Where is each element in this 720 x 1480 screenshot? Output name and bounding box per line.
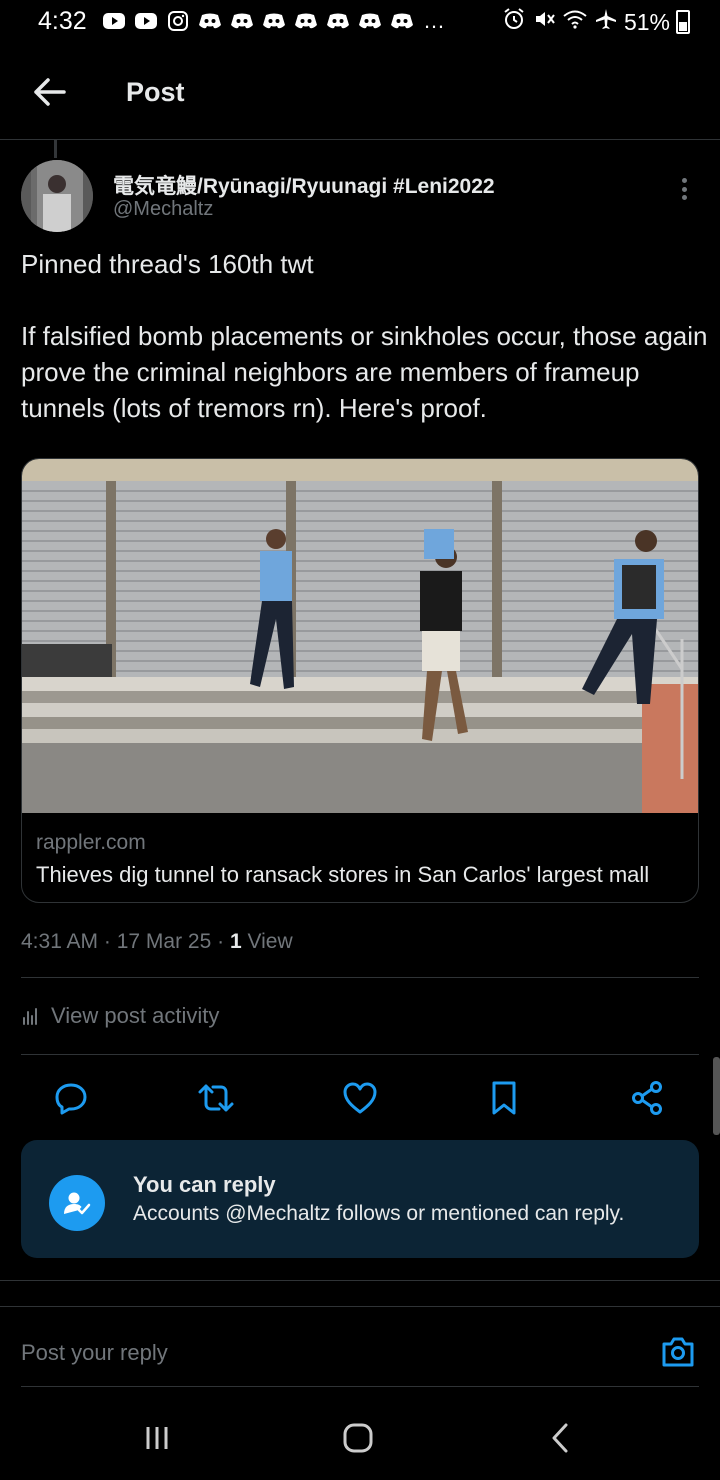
scrollbar-thumb[interactable]: [713, 1057, 720, 1135]
author-display-name[interactable]: 電気竜鰻/Ryūnagi/Ryuunagi #Leni2022: [113, 170, 495, 200]
divider: [0, 1306, 720, 1307]
views-label: View: [247, 930, 293, 953]
post-text: Pinned thread's 160th twt If falsified b…: [21, 246, 711, 426]
link-domain: rappler.com: [36, 831, 146, 854]
reply-permission-banner: You can reply Accounts @Mechaltz follows…: [21, 1140, 699, 1258]
meta-separator: ·: [103, 930, 117, 953]
view-post-activity-link[interactable]: View post activity: [21, 1003, 219, 1029]
user-check-icon: [49, 1175, 105, 1231]
mute-icon: [532, 7, 556, 37]
view-post-activity-label: View post activity: [51, 1003, 220, 1028]
arrow-left-icon: [34, 78, 66, 106]
share-icon: [632, 1081, 662, 1115]
more-notifications-icon: …: [423, 8, 445, 33]
reply-button[interactable]: [51, 1078, 91, 1118]
more-dot-icon: [681, 186, 687, 192]
reply-icon: [55, 1083, 87, 1115]
discord-icon: [324, 8, 352, 34]
link-preview-card[interactable]: rappler.com Thieves dig tunnel to ransac…: [21, 458, 699, 903]
discord-icon: [196, 8, 224, 34]
bookmark-button[interactable]: [484, 1078, 524, 1118]
heart-icon: [343, 1082, 377, 1114]
alarm-icon: [502, 7, 526, 37]
status-time: 4:32: [38, 7, 87, 35]
wifi-icon: [562, 8, 588, 36]
youtube-icon: [100, 8, 128, 34]
link-title: Thieves dig tunnel to ransack stores in …: [36, 862, 650, 887]
status-right: 51%: [502, 7, 690, 37]
back-button[interactable]: [28, 72, 72, 112]
divider: [21, 1054, 699, 1055]
camera-icon: [662, 1337, 694, 1367]
home-button[interactable]: [338, 1418, 378, 1458]
author-handle[interactable]: @Mechaltz: [113, 198, 213, 221]
post-text-line: If falsified bomb placements or sinkhole…: [21, 321, 708, 423]
discord-icon: [388, 8, 416, 34]
youtube-icon: [132, 8, 160, 34]
discord-icon: [356, 8, 384, 34]
discord-icon: [292, 8, 320, 34]
repost-icon: [198, 1084, 234, 1112]
notification-icons: …: [100, 8, 448, 34]
reply-input[interactable]: Post your reply: [21, 1340, 168, 1366]
more-dot-icon: [681, 178, 687, 183]
avatar-image: [21, 160, 93, 232]
avatar[interactable]: [21, 160, 93, 232]
battery-icon: [676, 10, 690, 34]
page-title: Post: [126, 77, 185, 107]
home-icon: [343, 1423, 373, 1453]
discord-icon: [260, 8, 288, 34]
post-header: Post: [0, 44, 720, 140]
post-text-line: Pinned thread's 160th twt: [21, 249, 314, 279]
reply-permission-title: You can reply: [133, 1172, 276, 1197]
repost-button[interactable]: [196, 1078, 236, 1118]
reply-permission-subtitle: Accounts @Mechaltz follows or mentioned …: [133, 1202, 625, 1225]
bookmark-icon: [492, 1081, 516, 1115]
meta-separator: ·: [217, 930, 230, 953]
discord-icon: [228, 8, 256, 34]
chevron-left-icon: [552, 1423, 568, 1453]
thread-connector-line: [54, 140, 57, 158]
views-count: 1: [229, 930, 242, 953]
analytics-icon: [23, 1008, 37, 1025]
divider: [0, 1280, 720, 1281]
share-button[interactable]: [627, 1078, 667, 1118]
post-date: 17 Mar 25: [116, 930, 212, 953]
battery-percent: 51%: [623, 8, 670, 35]
airplane-icon: [594, 7, 618, 37]
link-preview-image: [22, 459, 698, 813]
like-button[interactable]: [340, 1078, 380, 1118]
recent-apps-button[interactable]: [137, 1418, 177, 1458]
camera-button[interactable]: [660, 1334, 696, 1370]
recent-apps-icon: [146, 1427, 168, 1449]
post-time: 4:31 AM: [21, 930, 99, 953]
more-options-button[interactable]: [672, 174, 696, 204]
instagram-icon: [164, 8, 192, 34]
more-dot-icon: [681, 195, 687, 200]
system-back-button[interactable]: [540, 1418, 580, 1458]
status-bar: 4:32 … 51%: [0, 0, 720, 44]
divider: [21, 1386, 699, 1387]
post-meta: 4:31 AM · 17 Mar 25 · 1 View: [21, 930, 293, 954]
divider: [21, 977, 699, 978]
